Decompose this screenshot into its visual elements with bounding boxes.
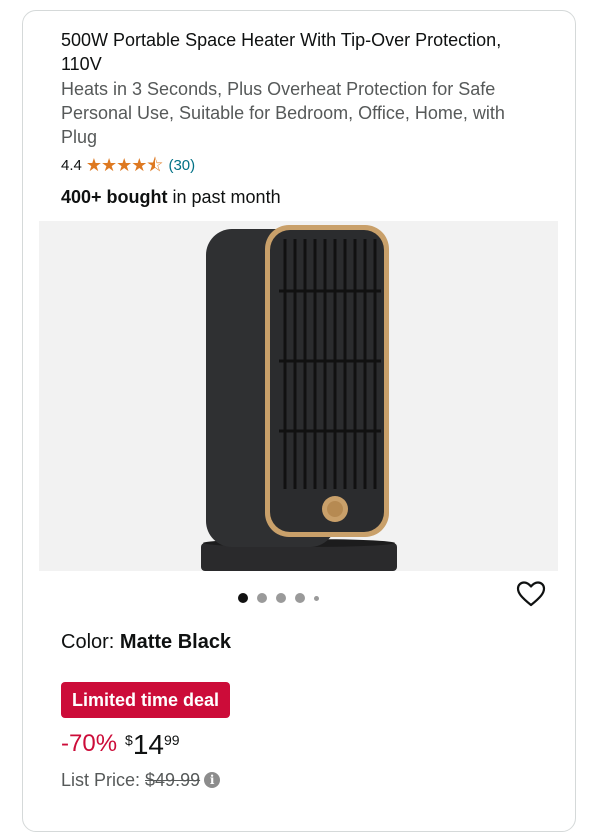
star-half-icon: ⯪: [146, 155, 163, 175]
discount-percent: -70%: [61, 730, 118, 757]
product-image[interactable]: [39, 221, 558, 571]
star-rating[interactable]: ★ ★ ★ ★ ⯪: [85, 155, 164, 175]
info-icon[interactable]: i: [204, 772, 221, 788]
bought-suffix: in past month: [167, 187, 281, 207]
carousel-dot[interactable]: [314, 595, 319, 601]
color-value: Matte Black: [119, 631, 232, 653]
list-price-value: $49.99: [145, 770, 201, 790]
list-price-row: List Price: $49.99 i: [61, 768, 221, 792]
price-currency: $: [125, 732, 133, 748]
price-fraction: 99: [163, 732, 180, 748]
list-price-label: List Price:: [61, 770, 141, 790]
product-subtitle: Heats in 3 Seconds, Plus Overheat Protec…: [61, 79, 505, 147]
rating-count-link[interactable]: (30): [168, 157, 195, 174]
carousel-dot[interactable]: [276, 593, 286, 603]
space-heater-image: [201, 225, 397, 571]
rating-row[interactable]: 4.4 ★ ★ ★ ★ ⯪ (30): [61, 154, 195, 176]
carousel-dot[interactable]: [295, 593, 305, 603]
limited-time-deal-badge: Limited time deal: [61, 682, 231, 718]
image-carousel-dots[interactable]: [238, 593, 328, 603]
bought-in-past-month: 400+ bought in past month: [61, 185, 281, 209]
star-icon: ★: [101, 155, 117, 175]
star-icon: ★: [131, 155, 147, 175]
rating-value: 4.4: [61, 156, 82, 174]
bought-count: 400+ bought: [61, 187, 168, 207]
heart-icon[interactable]: [515, 578, 547, 610]
carousel-dot[interactable]: [257, 593, 267, 603]
price-whole: 14: [132, 729, 164, 760]
price-row: -70% $ 14 99: [61, 728, 180, 762]
product-title[interactable]: 500W Portable Space Heater With Tip-Over…: [61, 28, 531, 76]
color-selection: Color: Matte Black: [61, 629, 231, 655]
star-icon: ★: [85, 155, 102, 175]
color-label: Color:: [61, 631, 120, 653]
star-icon: ★: [116, 155, 132, 175]
carousel-dot[interactable]: [238, 593, 248, 603]
